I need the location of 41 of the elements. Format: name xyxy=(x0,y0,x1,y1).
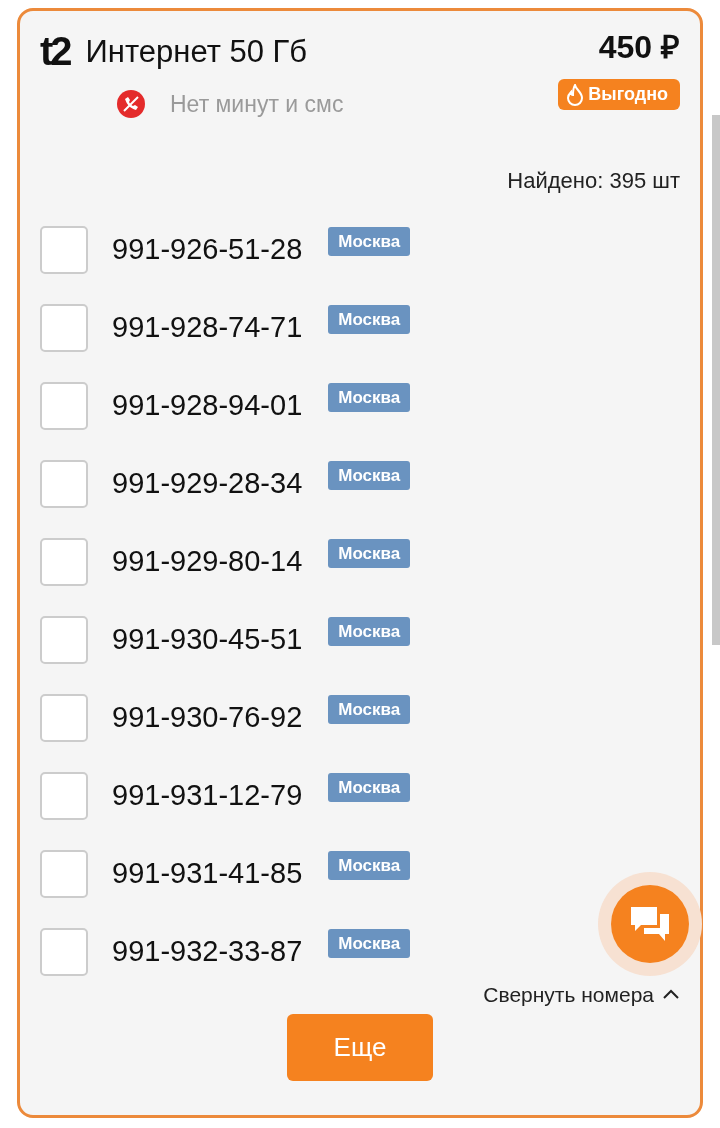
no-calls-icon xyxy=(116,89,146,120)
region-tag: Москва xyxy=(328,850,411,881)
checkbox[interactable] xyxy=(40,225,88,274)
logo: t2 xyxy=(40,31,70,71)
tariff-title: Интернет 50 Гб xyxy=(85,35,308,67)
phone-number: 991-929-28-34 xyxy=(112,465,303,501)
checkbox[interactable] xyxy=(40,459,88,508)
checkbox[interactable] xyxy=(40,537,88,586)
checkbox[interactable] xyxy=(40,927,88,976)
phone-number: 991-928-94-01 xyxy=(112,387,303,423)
chevron-up-icon xyxy=(662,988,680,1001)
region-tag: Москва xyxy=(328,616,411,647)
region-tag: Москва xyxy=(328,694,411,725)
phone-number: 991-928-74-71 xyxy=(112,309,303,345)
region-tag: Москва xyxy=(328,304,411,335)
phone-number: 991-932-33-87 xyxy=(112,933,303,969)
checkbox[interactable] xyxy=(40,381,88,430)
checkbox[interactable] xyxy=(40,849,88,898)
region-tag: Москва xyxy=(328,772,411,803)
phone-number: 991-926-51-28 xyxy=(112,231,303,267)
phone-number: 991-930-45-51 xyxy=(112,621,303,657)
region-tag: Москва xyxy=(328,460,411,491)
price: 450 ₽ xyxy=(598,31,680,63)
phone-number: 991-931-41-85 xyxy=(112,855,303,891)
found-count: Найдено: 395 шт xyxy=(507,166,680,195)
phone-number: 991-930-76-92 xyxy=(112,699,303,735)
flame-icon xyxy=(566,83,585,106)
checkbox[interactable] xyxy=(40,303,88,352)
checkbox[interactable] xyxy=(40,771,88,820)
phone-number: 991-929-80-14 xyxy=(112,543,303,579)
region-tag: Москва xyxy=(328,928,411,959)
checkbox[interactable] xyxy=(40,615,88,664)
region-tag: Москва xyxy=(328,382,411,413)
region-tag: Москва xyxy=(328,226,411,257)
checkbox[interactable] xyxy=(40,693,88,742)
collapse-link[interactable]: Свернуть номера xyxy=(483,978,654,1010)
region-tag: Москва xyxy=(328,538,411,569)
phone-number: 991-931-12-79 xyxy=(112,777,303,813)
chat-icon xyxy=(629,905,671,943)
no-calls-text: Нет минут и смс xyxy=(170,90,344,119)
deal-badge: Выгодно xyxy=(558,79,680,110)
